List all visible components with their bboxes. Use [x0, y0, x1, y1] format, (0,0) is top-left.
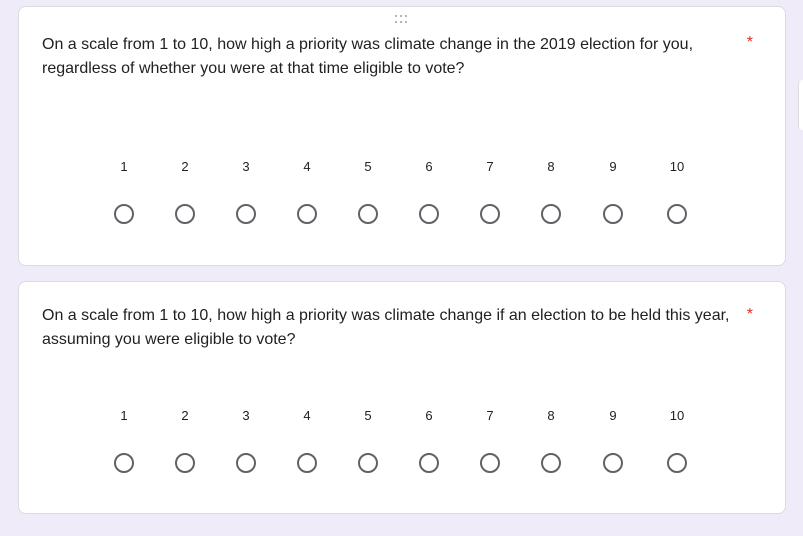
- scale-label: 4: [303, 159, 311, 174]
- radio-button[interactable]: [114, 453, 134, 473]
- radio-button[interactable]: [297, 204, 317, 224]
- scale-option-9[interactable]: 9: [593, 157, 633, 224]
- side-panel-edge: [798, 80, 803, 130]
- scale-label: 2: [181, 159, 189, 174]
- question-card-2: On a scale from 1 to 10, how high a prio…: [18, 281, 786, 514]
- scale-label: 10: [669, 159, 685, 174]
- scale-option-6[interactable]: 6: [409, 406, 449, 473]
- radio-button[interactable]: [603, 453, 623, 473]
- scale-label: 6: [425, 408, 433, 423]
- scale-option-10[interactable]: 10: [657, 406, 697, 473]
- scale-label: 1: [120, 408, 128, 423]
- required-asterisk: *: [746, 306, 753, 323]
- radio-button[interactable]: [541, 204, 561, 224]
- scale-label: 10: [669, 408, 685, 423]
- scale-option-5[interactable]: 5: [348, 157, 388, 224]
- scale-option-9[interactable]: 9: [593, 406, 633, 473]
- radio-button[interactable]: [419, 204, 439, 224]
- scale-option-8[interactable]: 8: [531, 157, 571, 224]
- radio-button[interactable]: [541, 453, 561, 473]
- radio-button[interactable]: [175, 204, 195, 224]
- radio-button[interactable]: [114, 204, 134, 224]
- radio-button[interactable]: [419, 453, 439, 473]
- radio-button[interactable]: [667, 453, 687, 473]
- scale-option-6[interactable]: 6: [409, 157, 449, 224]
- required-asterisk: *: [746, 34, 753, 51]
- scale-label: 9: [609, 159, 617, 174]
- radio-button[interactable]: [603, 204, 623, 224]
- scale-option-7[interactable]: 7: [470, 406, 510, 473]
- radio-button[interactable]: [358, 204, 378, 224]
- scale-label: 5: [364, 408, 372, 423]
- scale-label: 7: [486, 159, 494, 174]
- scale-label: 3: [242, 159, 250, 174]
- scale-option-8[interactable]: 8: [531, 406, 571, 473]
- radio-button[interactable]: [236, 204, 256, 224]
- question-title: On a scale from 1 to 10, how high a prio…: [42, 36, 694, 77]
- radio-button[interactable]: [297, 453, 317, 473]
- question-card-1: On a scale from 1 to 10, how high a prio…: [18, 6, 786, 266]
- question-title: On a scale from 1 to 10, how high a prio…: [42, 307, 730, 348]
- scale-label: 8: [547, 159, 555, 174]
- scale-option-2[interactable]: 2: [165, 406, 205, 473]
- scale-option-10[interactable]: 10: [657, 157, 697, 224]
- radio-button[interactable]: [236, 453, 256, 473]
- scale-label: 7: [486, 408, 494, 423]
- radio-button[interactable]: [175, 453, 195, 473]
- scale-option-4[interactable]: 4: [287, 157, 327, 224]
- scale-option-5[interactable]: 5: [348, 406, 388, 473]
- scale-label: 2: [181, 408, 189, 423]
- scale-label: 8: [547, 408, 555, 423]
- scale-option-1[interactable]: 1: [104, 406, 144, 473]
- scale-label: 3: [242, 408, 250, 423]
- radio-button[interactable]: [667, 204, 687, 224]
- radio-button[interactable]: [358, 453, 378, 473]
- scale-label: 9: [609, 408, 617, 423]
- scale-label: 5: [364, 159, 372, 174]
- scale-option-3[interactable]: 3: [226, 157, 266, 224]
- scale-option-2[interactable]: 2: [165, 157, 205, 224]
- scale-option-7[interactable]: 7: [470, 157, 510, 224]
- drag-handle-icon[interactable]: [395, 15, 411, 27]
- scale-label: 1: [120, 159, 128, 174]
- scale-option-3[interactable]: 3: [226, 406, 266, 473]
- radio-button[interactable]: [480, 204, 500, 224]
- scale-label: 4: [303, 408, 311, 423]
- scale-label: 6: [425, 159, 433, 174]
- scale-option-4[interactable]: 4: [287, 406, 327, 473]
- scale-option-1[interactable]: 1: [104, 157, 144, 224]
- radio-button[interactable]: [480, 453, 500, 473]
